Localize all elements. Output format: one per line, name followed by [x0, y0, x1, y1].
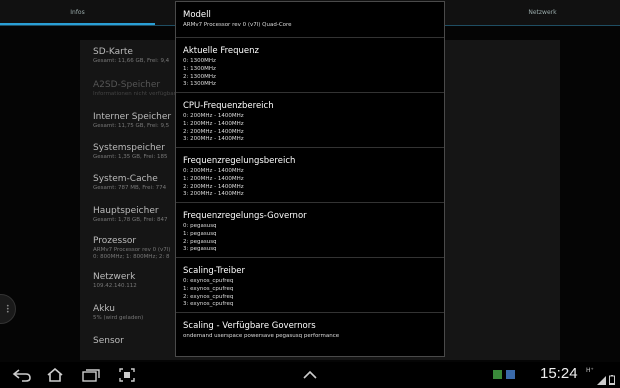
- dialog-section-value: 2: exynos_cpufreq: [183, 293, 234, 300]
- dialog-section-title: Scaling - Verfügbare Governors: [183, 321, 316, 331]
- status-clock: 15:24: [540, 365, 578, 382]
- tab-network[interactable]: Netzwerk: [465, 0, 620, 25]
- dialog-section-value: 0: 200MHz - 1400MHz: [183, 113, 244, 119]
- info-list-item-subtitle: Gesamt: 1,35 GB, Frei: 185: [93, 154, 168, 160]
- system-navigation-bar: 15:24 H⁺: [0, 362, 620, 388]
- up-chevron-icon[interactable]: [300, 366, 320, 384]
- signal-icon: [597, 370, 606, 385]
- dialog-section-value: 0: 1300MHz: [183, 58, 216, 64]
- dialog-section-value: 0: exynos_cpufreq: [183, 278, 234, 284]
- dialog-section-title: Frequenzregelungsbereich: [183, 156, 296, 166]
- dialog-section-title: Modell: [183, 10, 211, 20]
- notification-blue-icon: [506, 370, 515, 379]
- recent-apps-icon[interactable]: [80, 366, 102, 384]
- info-list-item-subtitle: 109.42.140.112: [93, 283, 137, 289]
- tab-info[interactable]: Infos: [0, 0, 155, 25]
- dialog-section-value: ARMv7 Processor rev 0 (v7l) Quad-Core: [183, 22, 292, 28]
- screenshot-icon[interactable]: [117, 366, 137, 384]
- dialog-section: CPU-Frequenzbereich 0: 200MHz - 1400MHz 1:…: [176, 93, 444, 148]
- battery-icon: [609, 370, 615, 386]
- dialog-section: Frequenzregelungsbereich 0: 200MHz - 1400…: [176, 148, 444, 203]
- dialog-section-value: 2: 200MHz - 1400MHz: [183, 128, 244, 135]
- info-list-item-subtitle: ARMv7 Processor rev 0 (v7l): [93, 247, 171, 253]
- info-list-item-subtitle: Gesamt: 11,75 GB, Frei: 9,5: [93, 123, 170, 129]
- dialog-section-value: 0: 200MHz - 1400MHz: [183, 168, 244, 174]
- dialog-section-value: 2: 1300MHz: [183, 73, 216, 80]
- dialog-section-value: 1: exynos_cpufreq: [183, 285, 234, 292]
- dialog-section-title: Aktuelle Frequenz: [183, 46, 260, 56]
- dialog-section: Modell ARMv7 Processor rev 0 (v7l) Quad-C…: [176, 2, 444, 38]
- home-icon[interactable]: [45, 366, 65, 384]
- dialog-section-value: 3: exynos_cpufreq: [183, 301, 234, 308]
- dialog-section-value: ondemand userspace powersave pegasusq pe…: [183, 333, 340, 339]
- dialog-section: Scaling - Verfügbare Governors ondemand u…: [176, 313, 444, 344]
- dialog-section-value: 3: 200MHz - 1400MHz: [183, 136, 244, 143]
- dialog-section-value: 3: pegasusq: [183, 246, 217, 253]
- dialog-section-title: Scaling-Treiber: [183, 266, 246, 276]
- info-list-item-subtitle: Gesamt: 11,66 GB, Frei: 9,4: [93, 58, 170, 64]
- dialog-section-value: 1: 200MHz - 1400MHz: [183, 175, 244, 182]
- dialog-section-value: 1: 1300MHz: [183, 65, 216, 72]
- dialog-section-value: 2: pegasusq: [183, 238, 217, 245]
- dialog-section: Scaling-Treiber 0: exynos_cpufreq 1: exyno…: [176, 258, 444, 313]
- info-list-item-subtitle: Informationen nicht verfügbar: [93, 91, 176, 97]
- dialog-section: Frequenzregelungs-Governor 0: pegasusq 1: …: [176, 203, 444, 258]
- back-icon[interactable]: [10, 366, 34, 384]
- info-list-item-subtitle: Gesamt: 1,78 GB, Frei: 847: [93, 217, 168, 223]
- dialog-section-value: 0: pegasusq: [183, 223, 217, 229]
- h-plus-icon: H⁺: [586, 367, 594, 374]
- dots-icon: • • •: [6, 303, 10, 316]
- dialog-section: Aktuelle Frequenz 0: 1300MHz 1: 1300MHz 2: …: [176, 38, 444, 93]
- dialog-section-value: 3: 1300MHz: [183, 81, 216, 88]
- processor-details-dialog: Modell ARMv7 Processor rev 0 (v7l) Quad-C…: [175, 1, 445, 357]
- dialog-section-title: CPU-Frequenzbereich: [183, 101, 274, 111]
- info-list-item-subtitle: Gesamt: 787 MB, Frei: 774: [93, 185, 167, 191]
- info-list-item-subtitle: 0: 800MHz; 1: 800MHz; 2: 8: [93, 254, 170, 260]
- dialog-section-value: 3: 200MHz - 1400MHz: [183, 191, 244, 198]
- dialog-section-title: Frequenzregelungs-Governor: [183, 211, 307, 221]
- dialog-section-value: 2: 200MHz - 1400MHz: [183, 183, 244, 190]
- dialog-section-value: 1: pegasusq: [183, 230, 217, 237]
- dialog-section-value: 1: 200MHz - 1400MHz: [183, 120, 244, 127]
- notification-green-icon: [493, 370, 502, 379]
- info-list-item-subtitle: 5% (wird geladen): [93, 315, 144, 321]
